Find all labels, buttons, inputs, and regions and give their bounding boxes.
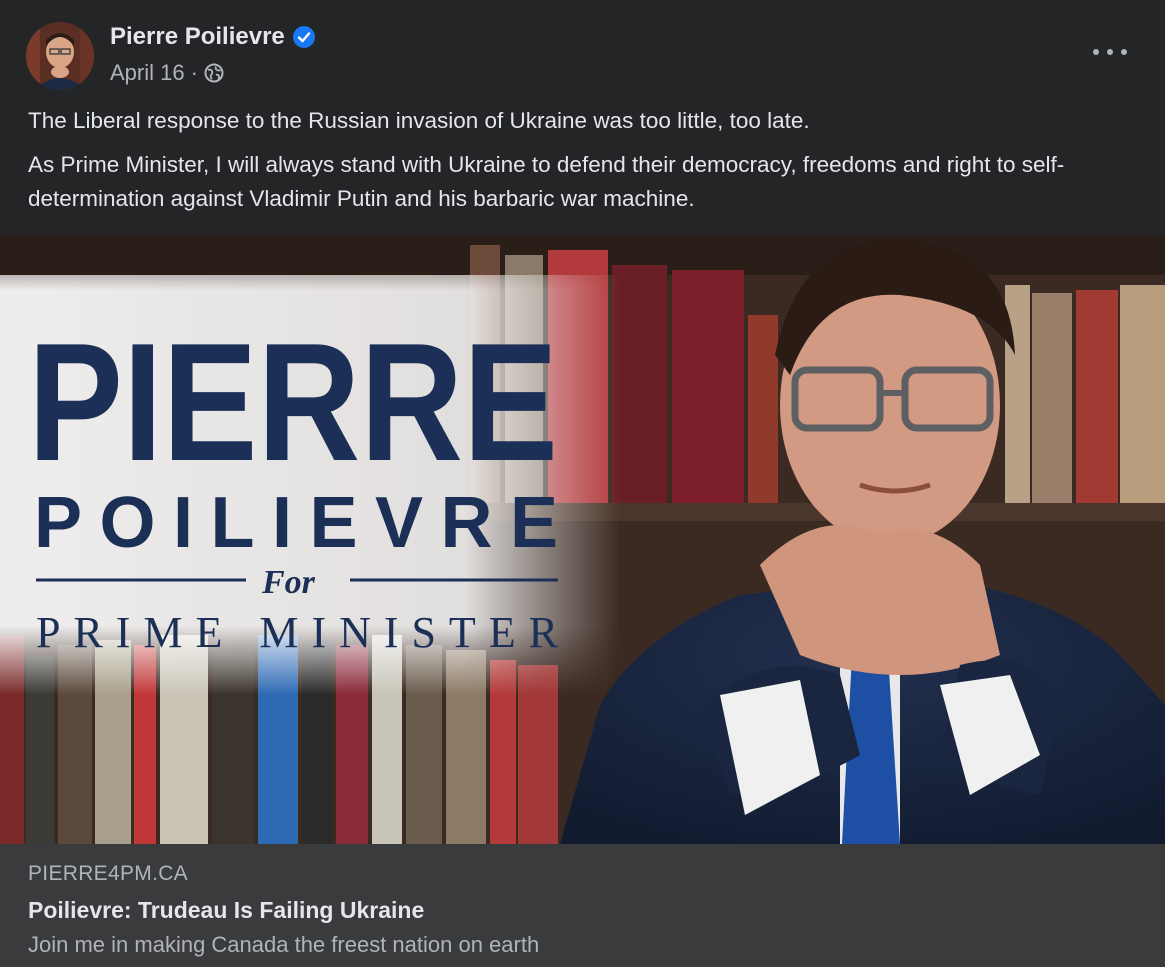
author-name-row: Pierre Poilievre <box>110 23 315 51</box>
post-text: The Liberal response to the Russian inva… <box>28 104 1128 226</box>
link-description[interactable]: Join me in making Canada the freest nati… <box>28 932 539 958</box>
post-header: Pierre Poilievre April 16 · <box>0 0 1165 100</box>
post-date[interactable]: April 16 <box>110 60 185 86</box>
author-name[interactable]: Pierre Poilievre <box>110 23 285 51</box>
meta-separator: · <box>190 60 198 85</box>
more-horizontal-icon[interactable] <box>1093 42 1127 62</box>
author-avatar[interactable] <box>26 22 94 90</box>
verified-badge-icon <box>292 26 315 48</box>
post-image[interactable]: PIERRE POILIEVRE For PRIME MINISTER <box>0 235 1165 844</box>
headline-first: PIERRE <box>28 308 558 496</box>
post-meta: April 16 · <box>110 60 224 86</box>
link-title[interactable]: Poilievre: Trudeau Is Failing Ukraine <box>28 897 424 924</box>
post-paragraph: As Prime Minister, I will always stand w… <box>28 152 1065 211</box>
link-domain[interactable]: PIERRE4PM.CA <box>28 862 188 886</box>
globe-icon[interactable] <box>204 63 224 83</box>
for-label: For <box>261 564 316 601</box>
post-paragraph: The Liberal response to the Russian inva… <box>28 108 810 133</box>
